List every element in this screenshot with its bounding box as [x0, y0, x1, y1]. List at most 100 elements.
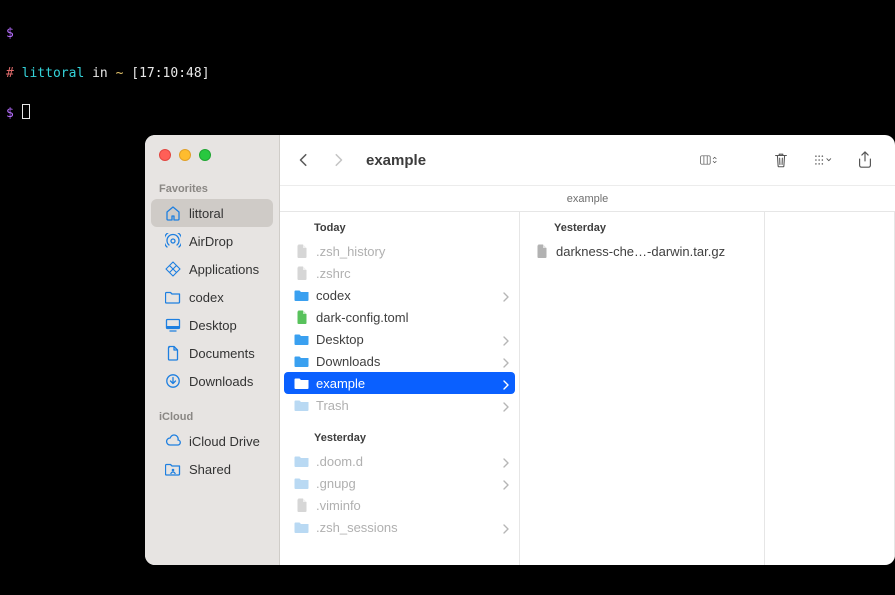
file-name: .zshrc	[316, 266, 511, 281]
file-name: Downloads	[316, 354, 495, 369]
sidebar-section-favorites: Favorites	[145, 179, 279, 199]
column-2[interactable]: Yesterday darkness-che…-darwin.tar.gz	[520, 212, 765, 565]
close-button[interactable]	[159, 149, 171, 161]
path-bar[interactable]: example	[280, 185, 895, 211]
file-name: .doom.d	[316, 454, 495, 469]
file-name: codex	[316, 288, 495, 303]
list-item[interactable]: .zsh_sessions	[280, 516, 519, 538]
window-title: example	[366, 152, 426, 169]
list-item[interactable]: dark-config.toml	[280, 306, 519, 328]
chevron-right-icon	[501, 290, 511, 300]
list-item[interactable]: .doom.d	[280, 450, 519, 472]
column-1[interactable]: Today .zsh_history .zshrc codex dark-config…	[280, 212, 520, 565]
file-name: Trash	[316, 398, 495, 413]
cloud-icon	[165, 433, 181, 449]
terminal[interactable]: $ # littoral in ~ [17:10:48] $	[0, 0, 895, 124]
finder-window: Favorites littoral AirDrop Applications cod…	[145, 135, 895, 565]
sidebar-item-label: Downloads	[189, 374, 253, 389]
folder-icon	[294, 331, 310, 347]
sidebar-item-airdrop[interactable]: AirDrop	[151, 227, 273, 255]
column-3[interactable]	[765, 212, 895, 565]
folder-icon	[294, 375, 310, 391]
download-icon	[165, 373, 181, 389]
file-name: darkness-che…-darwin.tar.gz	[556, 244, 756, 259]
prompt-path: ~	[116, 66, 124, 81]
chevron-right-icon	[501, 334, 511, 344]
list-item[interactable]: .zshrc	[280, 262, 519, 284]
file-name: dark-config.toml	[316, 310, 511, 325]
file-icon	[294, 309, 310, 325]
toolbar: example	[280, 135, 895, 185]
list-item[interactable]: Downloads	[280, 350, 519, 372]
prompt-dollar: $	[6, 26, 14, 41]
sidebar-item-shared[interactable]: Shared	[151, 455, 273, 483]
chevron-right-icon	[501, 522, 511, 532]
list-item[interactable]: example	[284, 372, 515, 394]
chevron-right-icon	[501, 378, 511, 388]
column-1-group-today: Today	[280, 212, 519, 240]
path-bar-label: example	[567, 193, 609, 205]
folder-icon	[165, 289, 181, 305]
apps-icon	[165, 261, 181, 277]
column-view: Today .zsh_history .zshrc codex dark-config…	[280, 211, 895, 565]
terminal-cursor	[22, 104, 30, 119]
folder-icon	[294, 397, 310, 413]
home-icon	[165, 205, 181, 221]
list-item[interactable]: Trash	[280, 394, 519, 416]
sidebar-item-label: Applications	[189, 262, 259, 277]
chevron-right-icon	[331, 153, 345, 167]
nav-forward-button[interactable]	[326, 148, 350, 172]
share-icon	[856, 151, 874, 169]
list-item[interactable]: darkness-che…-darwin.tar.gz	[520, 240, 764, 262]
sidebar: Favorites littoral AirDrop Applications cod…	[145, 135, 280, 565]
minimize-button[interactable]	[179, 149, 191, 161]
group-icon	[814, 151, 832, 169]
list-item[interactable]: codex	[280, 284, 519, 306]
chevron-right-icon	[501, 356, 511, 366]
zoom-button[interactable]	[199, 149, 211, 161]
file-icon	[534, 243, 550, 259]
list-item[interactable]: .gnupg	[280, 472, 519, 494]
sidebar-item-desktop[interactable]: Desktop	[151, 311, 273, 339]
sidebar-item-label: AirDrop	[189, 234, 233, 249]
sidebar-item-label: iCloud Drive	[189, 434, 260, 449]
folder-icon	[294, 453, 310, 469]
file-name: .gnupg	[316, 476, 495, 491]
file-icon	[294, 243, 310, 259]
file-name: example	[316, 376, 495, 391]
shared-icon	[165, 461, 181, 477]
prompt-clock: [17:10:48]	[131, 66, 209, 81]
folder-icon	[294, 475, 310, 491]
list-item[interactable]: .zsh_history	[280, 240, 519, 262]
columns-icon	[700, 151, 718, 169]
list-item[interactable]: Desktop	[280, 328, 519, 350]
share-button[interactable]	[851, 148, 879, 172]
sidebar-item-label: codex	[189, 290, 224, 305]
window-controls	[145, 145, 279, 179]
sidebar-item-label: Desktop	[189, 318, 237, 333]
trash-button[interactable]	[767, 148, 795, 172]
file-name: Desktop	[316, 332, 495, 347]
prompt-in: in	[92, 66, 108, 81]
sidebar-item-icloud-drive[interactable]: iCloud Drive	[151, 427, 273, 455]
doc-icon	[165, 345, 181, 361]
file-name: .zsh_history	[316, 244, 511, 259]
desktop-icon	[165, 317, 181, 333]
sidebar-item-codex[interactable]: codex	[151, 283, 273, 311]
sidebar-item-label: Documents	[189, 346, 255, 361]
chevron-right-icon	[501, 400, 511, 410]
chevron-right-icon	[501, 478, 511, 488]
chevron-left-icon	[297, 153, 311, 167]
file-icon	[294, 265, 310, 281]
chevron-right-icon	[501, 456, 511, 466]
sidebar-item-downloads[interactable]: Downloads	[151, 367, 273, 395]
sidebar-item-documents[interactable]: Documents	[151, 339, 273, 367]
column-2-group-yesterday: Yesterday	[520, 212, 764, 240]
list-item[interactable]: .viminfo	[280, 494, 519, 516]
nav-back-button[interactable]	[292, 148, 316, 172]
group-menu-button[interactable]	[805, 148, 841, 172]
sidebar-item-littoral[interactable]: littoral	[151, 199, 273, 227]
prompt-user: littoral	[22, 66, 85, 81]
view-columns-button[interactable]	[689, 148, 729, 172]
sidebar-item-applications[interactable]: Applications	[151, 255, 273, 283]
